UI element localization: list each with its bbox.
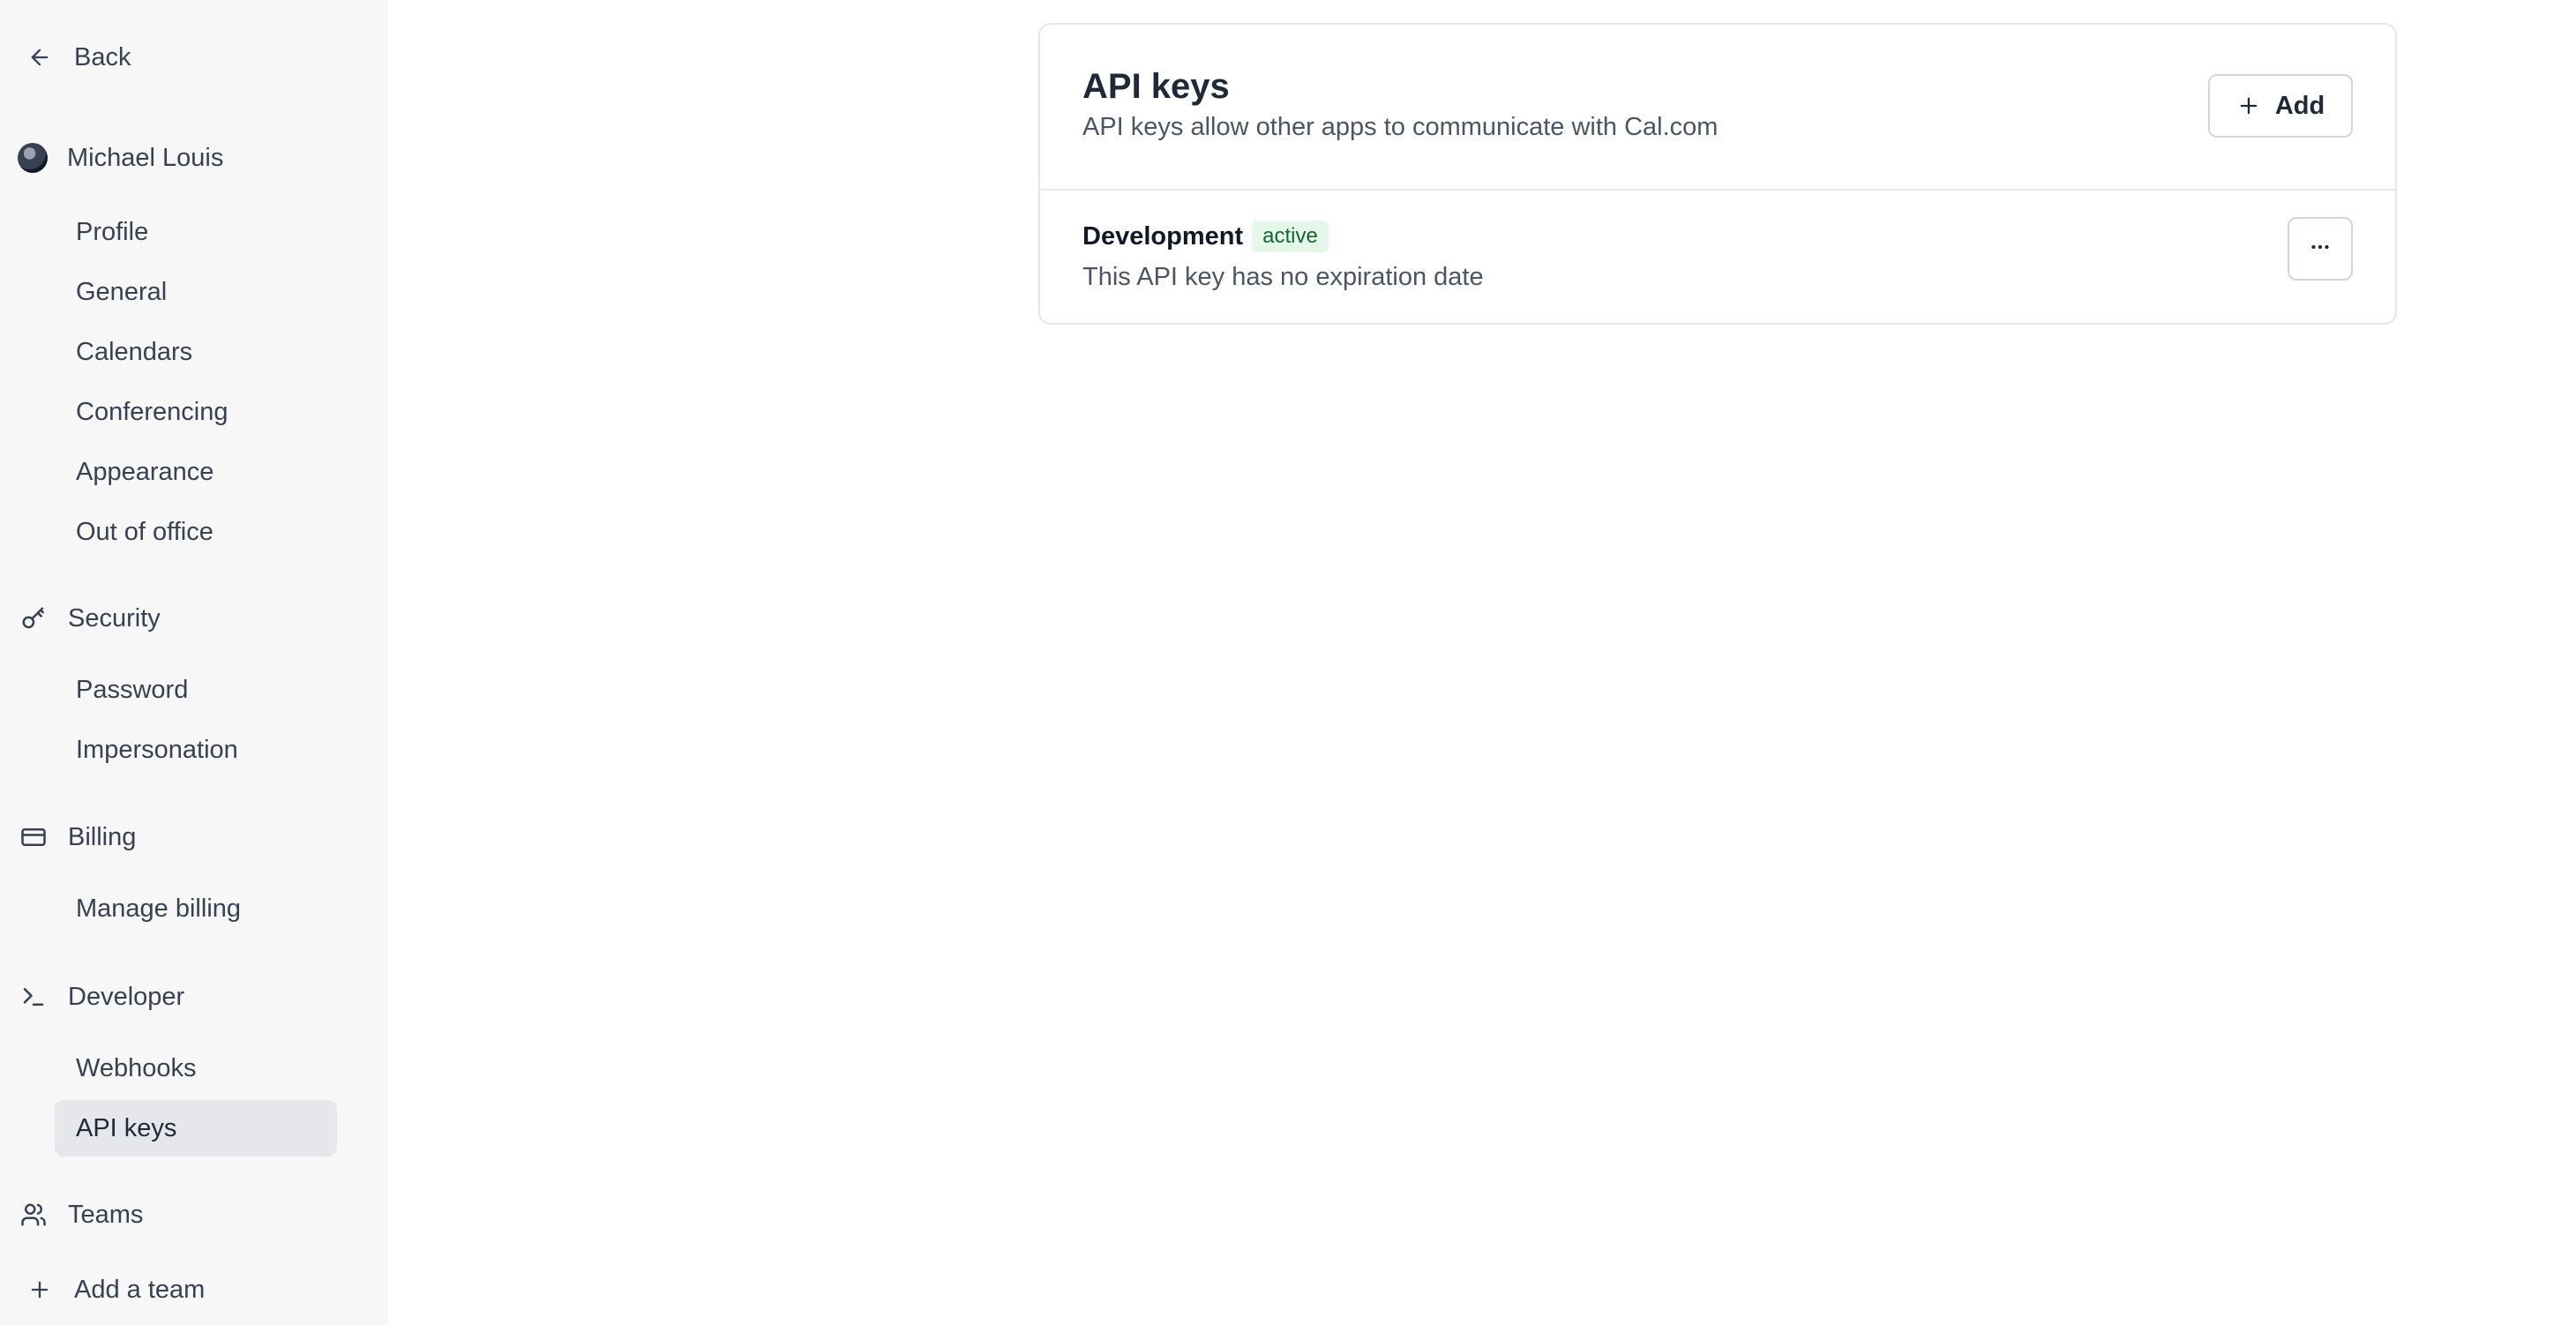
avatar [18,143,48,173]
sidebar-item-label: Manage billing [76,894,242,923]
sidebar-item-conferencing[interactable]: Conferencing [55,384,337,440]
add-button-label: Add [2274,91,2325,120]
sidebar: Back Michael Louis Profile General Calen… [0,0,388,1325]
status-badge: active [1252,221,1329,252]
plus-icon [23,1273,56,1306]
sidebar-item-manage-billing[interactable]: Manage billing [55,880,337,937]
teams-label: Teams [68,1200,144,1229]
sidebar-section-billing: Billing [17,820,136,854]
sidebar-item-label: Profile [76,217,149,246]
sidebar-item-impersonation[interactable]: Impersonation [55,722,337,778]
sidebar-item-label: Impersonation [76,735,238,764]
sidebar-item-label: General [76,277,168,306]
sidebar-item-profile[interactable]: Profile [55,204,337,260]
sidebar-item-label: Out of office [76,517,213,546]
developer-label: Developer [68,982,185,1011]
arrow-left-icon [23,41,56,74]
sidebar-item-label: API keys [76,1113,177,1142]
sidebar-item-label: Webhooks [76,1053,197,1082]
plus-icon [2236,94,2261,118]
sidebar-section-developer: Developer [17,980,184,1014]
divider [1040,189,2395,191]
user-name: Michael Louis [67,143,224,172]
sidebar-item-general[interactable]: General [55,264,337,320]
sidebar-section-teams[interactable]: Teams [17,1198,143,1231]
billing-label: Billing [68,822,137,851]
sidebar-item-label: Calendars [76,337,193,366]
back-label: Back [74,42,131,71]
api-key-row: Development active [1082,221,1329,252]
add-api-key-button[interactable]: Add [2208,74,2353,138]
api-keys-card: API keys API keys allow other apps to co… [1038,23,2397,325]
api-key-name: Development [1082,221,1244,251]
sidebar-section-security: Security [17,602,161,635]
add-team-button[interactable]: Add a team [23,1273,205,1306]
sidebar-item-label: Conferencing [76,397,228,426]
back-link[interactable]: Back [23,41,131,74]
key-icon [17,602,50,635]
sidebar-item-out-of-office[interactable]: Out of office [55,504,337,560]
sidebar-item-password[interactable]: Password [55,662,337,718]
sidebar-item-api-keys[interactable]: API keys [55,1100,337,1157]
sidebar-item-calendars[interactable]: Calendars [55,324,337,380]
sidebar-item-label: Password [76,675,189,704]
api-key-menu-button[interactable] [2288,217,2353,281]
sidebar-item-appearance[interactable]: Appearance [55,444,337,500]
user-section: Michael Louis [18,143,223,173]
sidebar-item-webhooks[interactable]: Webhooks [55,1040,337,1097]
users-icon [17,1198,50,1231]
api-key-expiration: This API key has no expiration date [1082,263,1484,291]
security-label: Security [68,603,161,633]
page-description: API keys allow other apps to communicate… [1082,113,1719,141]
page-title: API keys [1082,67,1230,106]
sidebar-item-label: Appearance [76,457,214,486]
terminal-icon [17,980,50,1014]
add-team-label: Add a team [74,1275,206,1304]
credit-card-icon [17,820,50,854]
more-horizontal-icon [2307,234,2333,265]
